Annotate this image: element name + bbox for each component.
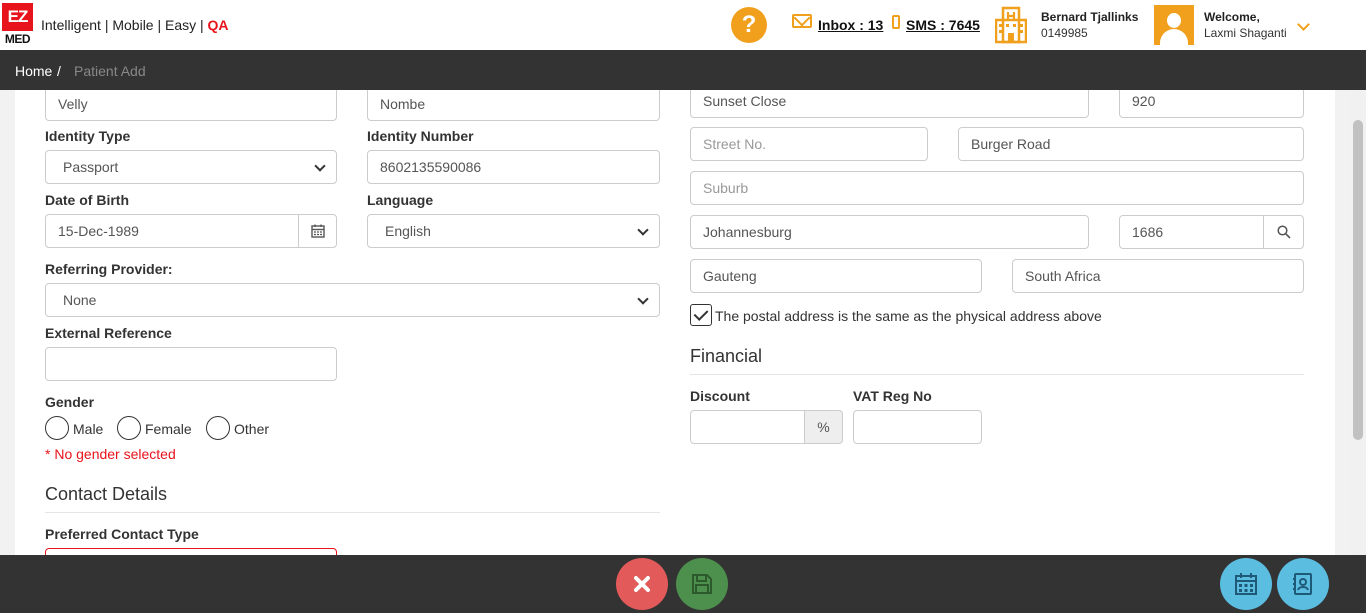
breadcrumb-separator: / <box>57 63 61 79</box>
patient-add-form: Velly Nombe Identity Type Identity Numbe… <box>15 90 1335 555</box>
inbox-link[interactable]: Inbox : 13 <box>818 17 883 33</box>
avatar-shoulders <box>1160 29 1188 45</box>
postal-code-field[interactable]: 1686 <box>1119 215 1265 249</box>
breadcrumb-home[interactable]: Home <box>15 63 52 79</box>
discount-field[interactable] <box>690 410 806 444</box>
calendar-app-button[interactable] <box>1220 558 1272 610</box>
address-book-icon <box>1293 573 1312 595</box>
practice-name[interactable]: Bernard Tjallinks <box>1041 10 1138 24</box>
top-header: EZ MED Intelligent | Mobile | Easy | QA … <box>0 0 1366 50</box>
close-icon <box>634 576 650 592</box>
floppy-disk-icon <box>692 574 712 594</box>
external-reference-field[interactable] <box>45 347 337 381</box>
user-avatar[interactable] <box>1154 5 1194 45</box>
street-number-field[interactable]: Street No. <box>690 127 928 161</box>
referring-provider-select[interactable]: None <box>45 283 660 317</box>
external-reference-label: External Reference <box>45 325 172 341</box>
sms-link[interactable]: SMS : 7645 <box>906 17 980 33</box>
identity-type-label: Identity Type <box>45 128 131 144</box>
dob-label: Date of Birth <box>45 192 129 208</box>
avatar-head <box>1167 13 1181 28</box>
page-scrollbar[interactable] <box>1350 90 1366 555</box>
cancel-button[interactable] <box>616 558 668 610</box>
suburb-field[interactable]: Suburb <box>690 171 1304 205</box>
gender-label: Gender <box>45 394 95 410</box>
preferred-contact-label: Preferred Contact Type <box>45 526 199 542</box>
practice-number: 0149985 <box>1041 26 1088 40</box>
street-field[interactable]: Burger Road <box>958 127 1304 161</box>
scrollbar-thumb[interactable] <box>1353 120 1363 440</box>
country-field[interactable]: South Africa <box>1012 259 1304 293</box>
postal-same-label[interactable]: The postal address is the same as the ph… <box>715 308 1102 324</box>
user-name: Laxmi Shaganti <box>1204 26 1287 40</box>
discount-percent-addon: % <box>804 410 843 444</box>
city-field[interactable]: Johannesburg <box>690 215 1089 249</box>
mobile-icon[interactable] <box>892 15 900 29</box>
action-footer <box>0 555 1366 613</box>
gender-male-radio[interactable] <box>45 416 69 440</box>
tagline: Intelligent | Mobile | Easy | QA <box>41 17 229 33</box>
save-button[interactable] <box>676 558 728 610</box>
gender-other-radio[interactable] <box>206 416 230 440</box>
language-select[interactable]: English <box>367 214 660 248</box>
ezmed-logo[interactable]: EZ MED <box>2 3 33 47</box>
gender-error: * No gender selected <box>45 446 176 462</box>
calendar-icon <box>310 224 325 238</box>
chevron-down-icon[interactable] <box>1297 18 1310 31</box>
financial-divider <box>690 374 1304 375</box>
discount-label: Discount <box>690 388 750 404</box>
identity-type-select[interactable]: Passport <box>45 150 337 184</box>
postal-search-button[interactable] <box>1263 215 1304 249</box>
contact-details-title: Contact Details <box>45 484 168 504</box>
vat-reg-label: VAT Reg No <box>853 388 932 404</box>
gender-female-label[interactable]: Female <box>145 421 192 437</box>
breadcrumb: Home / Patient Add <box>0 50 1366 90</box>
logo-ez: EZ <box>2 3 33 31</box>
welcome-text: Welcome, <box>1204 10 1260 24</box>
breadcrumb-current: Patient Add <box>74 63 146 79</box>
vat-reg-field[interactable] <box>853 410 982 444</box>
contact-divider <box>45 512 660 513</box>
identity-number-label: Identity Number <box>367 128 474 144</box>
calendar-icon <box>1235 573 1257 595</box>
first-name-field[interactable]: Velly <box>45 90 337 121</box>
search-icon <box>1276 225 1291 239</box>
identity-number-field[interactable]: 8602135590086 <box>367 150 660 184</box>
gender-male-label[interactable]: Male <box>73 421 103 437</box>
language-label: Language <box>367 192 434 208</box>
financial-title: Financial <box>690 346 763 366</box>
dob-field[interactable]: 15-Dec-1989 <box>45 214 299 248</box>
building-number-field[interactable]: 920 <box>1119 90 1304 118</box>
gender-other-label[interactable]: Other <box>234 421 269 437</box>
tagline-text: Intelligent | Mobile | Easy | <box>41 17 204 33</box>
postal-same-checkbox[interactable] <box>690 304 712 326</box>
referring-provider-label: Referring Provider: <box>45 261 173 277</box>
street-name-field[interactable]: Sunset Close <box>690 90 1089 118</box>
help-button[interactable]: ? <box>731 7 767 43</box>
environment-badge: QA <box>207 17 229 33</box>
gender-female-radio[interactable] <box>117 416 141 440</box>
calendar-button[interactable] <box>298 214 337 248</box>
last-name-field[interactable]: Nombe <box>367 90 660 121</box>
hospital-icon[interactable] <box>995 6 1027 44</box>
logo-med: MED <box>4 32 31 46</box>
envelope-icon[interactable] <box>792 14 812 28</box>
contact-book-button[interactable] <box>1277 558 1329 610</box>
preferred-contact-select[interactable] <box>45 548 337 555</box>
province-field[interactable]: Gauteng <box>690 259 982 293</box>
